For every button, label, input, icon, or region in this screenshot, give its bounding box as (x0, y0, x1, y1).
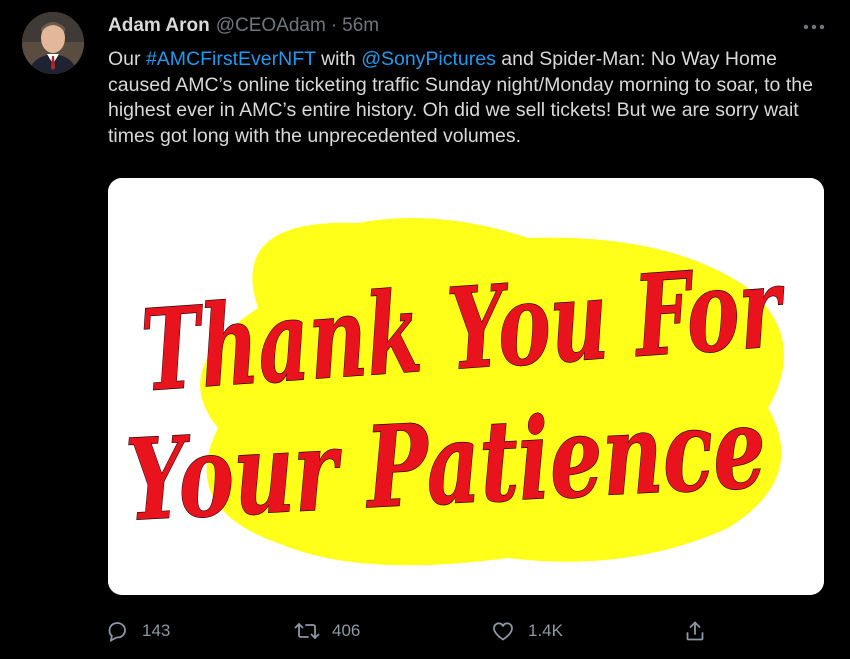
share-icon (682, 618, 708, 644)
tweet-header: Adam Aron @CEOAdam · 56m (108, 15, 379, 39)
retweet-icon (294, 618, 320, 644)
tweet-text-part: Our (108, 48, 146, 70)
like-count: 1.4K (528, 621, 563, 640)
hashtag-link[interactable]: #AMCFirstEverNFT (146, 48, 316, 70)
tweet-image[interactable]: Thank You For Your Patience (108, 178, 824, 595)
author-handle[interactable]: @CEOAdam (216, 15, 326, 37)
timestamp[interactable]: 56m (342, 15, 379, 37)
reply-button[interactable]: 143 (104, 614, 170, 648)
reply-icon (104, 618, 130, 644)
avatar[interactable] (22, 12, 84, 74)
more-dots-icon (803, 17, 825, 35)
mention-link[interactable]: @SonyPictures (361, 48, 496, 70)
share-button[interactable] (682, 614, 708, 648)
like-button[interactable]: 1.4K (490, 614, 563, 648)
retweet-button[interactable]: 406 (294, 614, 360, 648)
heart-icon (490, 618, 516, 644)
tweet-actions: 143 406 1.4K (104, 614, 824, 648)
separator-dot: · (330, 15, 338, 36)
tweet-text: Our #AMCFirstEverNFT with @SonyPictures … (108, 47, 833, 149)
tweet-text-part: with (315, 48, 362, 70)
more-options-button[interactable] (798, 14, 830, 38)
reply-count: 143 (142, 621, 171, 640)
tweet[interactable]: Adam Aron @CEOAdam · 56m Our #AMCFirstEv… (0, 0, 850, 659)
retweet-count: 406 (332, 621, 361, 640)
author-name[interactable]: Adam Aron (108, 15, 210, 37)
